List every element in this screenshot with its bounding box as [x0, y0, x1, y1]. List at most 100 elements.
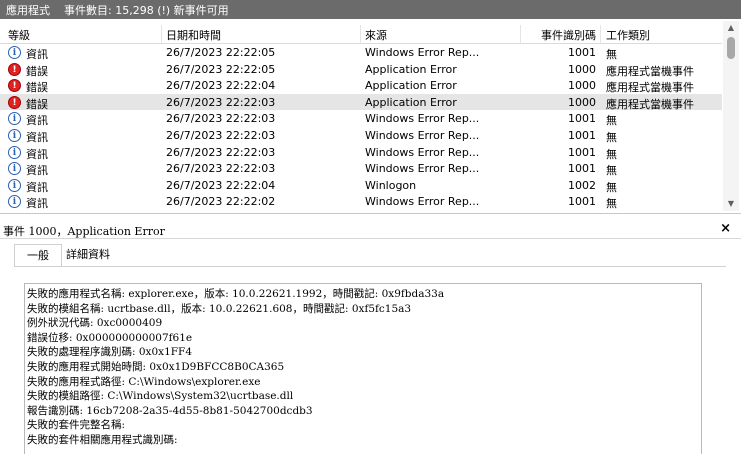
cell-task: 無 — [606, 130, 617, 144]
column-event-id[interactable]: 事件識別碼 — [520, 27, 596, 43]
description-line: 失敗的套件完整名稱: — [27, 419, 126, 432]
detail-header: 事件 1000，Application Error × — [0, 220, 741, 239]
cell-date: 26/7/2023 22:22:05 — [166, 62, 276, 76]
cell-event-id: 1000 — [568, 62, 596, 76]
table-row[interactable]: ! 錯誤 26/7/2023 22:22:04 Application Error 10… — [0, 77, 722, 94]
close-icon[interactable]: × — [720, 221, 731, 236]
scroll-down-icon[interactable]: ▼ — [723, 197, 739, 211]
cell-date: 26/7/2023 22:22:03 — [166, 112, 276, 126]
table-row[interactable]: i 資訊 26/7/2023 22:22:03 Windows Error Rep..… — [0, 144, 722, 161]
cell-event-id: 1000 — [568, 95, 596, 109]
error-icon: ! — [8, 95, 21, 109]
cell-date: 26/7/2023 22:22:03 — [166, 128, 276, 142]
column-header: 等級 日期和時間 來源 事件識別碼 工作類別 — [0, 25, 722, 44]
event-list[interactable]: 等級 日期和時間 來源 事件識別碼 工作類別 i 資訊 26/7/2023 22:2… — [0, 19, 741, 214]
cell-date: 26/7/2023 22:22:03 — [166, 95, 276, 109]
cell-source: Windows Error Rep... — [365, 195, 480, 209]
cell-task: 應用程式當機事件 — [606, 97, 694, 111]
cell-task: 應用程式當機事件 — [606, 81, 694, 95]
cell-source: Application Error — [365, 95, 457, 109]
cell-source: Windows Error Rep... — [365, 46, 480, 59]
cell-source: Windows Error Rep... — [365, 145, 480, 159]
cell-level: 錯誤 — [26, 97, 48, 111]
description-line: 失敗的處理程序識別碼: 0x0x1FF4 — [27, 346, 193, 359]
table-row[interactable]: i 資訊 26/7/2023 22:22:05 Windows Error Rep..… — [0, 44, 722, 61]
log-name: 應用程式 — [6, 3, 50, 17]
cell-event-id: 1001 — [568, 112, 596, 126]
table-row[interactable]: ! 錯誤 26/7/2023 22:22:03 Application Error 10… — [0, 93, 722, 111]
cell-source: Winlogon — [365, 178, 417, 192]
cell-date: 26/7/2023 22:22:05 — [166, 46, 276, 59]
table-row[interactable]: i 資訊 26/7/2023 22:22:03 Windows Error Rep..… — [0, 160, 722, 177]
cell-level: 錯誤 — [26, 64, 48, 78]
cell-date: 26/7/2023 22:22:03 — [166, 145, 276, 159]
description-line: 失敗的應用程式開始時間: 0x0x1D9BFCC8B0CA365 — [27, 360, 285, 373]
cell-event-id: 1000 — [568, 79, 596, 93]
cell-task: 無 — [606, 180, 617, 194]
description-line: 失敗的模組名稱: ucrtbase.dll，版本: 10.0.22621.608… — [27, 302, 412, 315]
column-level[interactable]: 等級 — [8, 27, 30, 43]
cell-level: 資訊 — [26, 197, 48, 211]
cell-level: 資訊 — [26, 180, 48, 194]
cell-task: 無 — [606, 48, 617, 61]
cell-level: 錯誤 — [26, 81, 48, 95]
cell-event-id: 1001 — [568, 145, 596, 159]
cell-source: Application Error — [365, 79, 457, 93]
info-icon: i — [8, 145, 21, 159]
cell-task: 無 — [606, 197, 617, 211]
cell-source: Application Error — [365, 62, 457, 76]
cell-level: 資訊 — [26, 48, 48, 61]
cell-date: 26/7/2023 22:22:04 — [166, 79, 276, 93]
scroll-thumb[interactable] — [727, 37, 735, 59]
column-task[interactable]: 工作類別 — [606, 27, 650, 43]
info-icon: i — [8, 178, 21, 192]
description-line: 失敗的套件相關應用程式識別碼: — [27, 433, 178, 446]
cell-level: 資訊 — [26, 164, 48, 178]
event-description[interactable]: 失敗的應用程式名稱: explorer.exe，版本: 10.0.22621.1… — [24, 283, 702, 454]
description-line: 失敗的模組路徑: C:\Windows\System32\ucrtbase.dl… — [27, 390, 294, 403]
cell-source: Windows Error Rep... — [365, 112, 480, 126]
description-line: 失敗的應用程式路徑: C:\Windows\explorer.exe — [27, 375, 261, 388]
cell-date: 26/7/2023 22:22:03 — [166, 162, 276, 176]
event-rows: i 資訊 26/7/2023 22:22:05 Windows Error Rep..… — [0, 44, 722, 210]
cell-event-id: 1001 — [568, 162, 596, 176]
info-icon: i — [8, 112, 21, 126]
cell-event-id: 1002 — [568, 178, 596, 192]
table-row[interactable]: ! 錯誤 26/7/2023 22:22:05 Application Error 10… — [0, 61, 722, 78]
description-line: 報告識別碼: 16cb7208-2a35-4d55-8b81-5042700dc… — [27, 404, 313, 417]
cell-date: 26/7/2023 22:22:02 — [166, 195, 276, 209]
log-titlebar: 應用程式 事件數目: 15,298 (!) 新事件可用 — [0, 0, 741, 19]
cell-date: 26/7/2023 22:22:04 — [166, 178, 276, 192]
cell-source: Windows Error Rep... — [365, 162, 480, 176]
info-icon: i — [8, 128, 21, 142]
cell-event-id: 1001 — [568, 195, 596, 209]
tab-details[interactable]: 詳細資料 — [58, 244, 118, 266]
cell-event-id: 1001 — [568, 128, 596, 142]
tab-general[interactable]: 一般 — [14, 244, 62, 267]
cell-source: Windows Error Rep... — [365, 128, 480, 142]
cell-task: 無 — [606, 114, 617, 128]
description-line: 錯誤位移: 0x000000000007f61e — [27, 331, 193, 344]
cell-level: 資訊 — [26, 147, 48, 161]
cell-task: 無 — [606, 147, 617, 161]
vertical-scrollbar[interactable]: ▲ ▼ — [723, 21, 739, 211]
table-row[interactable]: i 資訊 26/7/2023 22:22:03 Windows Error Rep..… — [0, 127, 722, 144]
info-icon: i — [8, 195, 21, 209]
detail-title: 事件 1000，Application Error — [3, 225, 165, 238]
description-line: 例外狀況代碼: 0xc0000409 — [27, 317, 163, 330]
error-icon: ! — [8, 62, 21, 76]
error-icon: ! — [8, 79, 21, 93]
table-row[interactable]: i 資訊 26/7/2023 22:22:03 Windows Error Rep..… — [0, 110, 722, 127]
cell-level: 資訊 — [26, 130, 48, 144]
cell-task: 應用程式當機事件 — [606, 64, 694, 78]
event-count: 事件數目: 15,298 (!) 新事件可用 — [64, 3, 229, 17]
table-row[interactable]: i 資訊 26/7/2023 22:22:04 Winlogon 1002 無 — [0, 177, 722, 194]
description-line: 失敗的應用程式名稱: explorer.exe，版本: 10.0.22621.1… — [27, 288, 445, 300]
column-date[interactable]: 日期和時間 — [166, 27, 221, 43]
cell-level: 資訊 — [26, 114, 48, 128]
cell-event-id: 1001 — [568, 46, 596, 59]
scroll-up-icon[interactable]: ▲ — [723, 21, 739, 35]
cell-task: 無 — [606, 164, 617, 178]
column-source[interactable]: 來源 — [365, 27, 387, 43]
table-row[interactable]: i 資訊 26/7/2023 22:22:02 Windows Error Rep..… — [0, 193, 722, 210]
